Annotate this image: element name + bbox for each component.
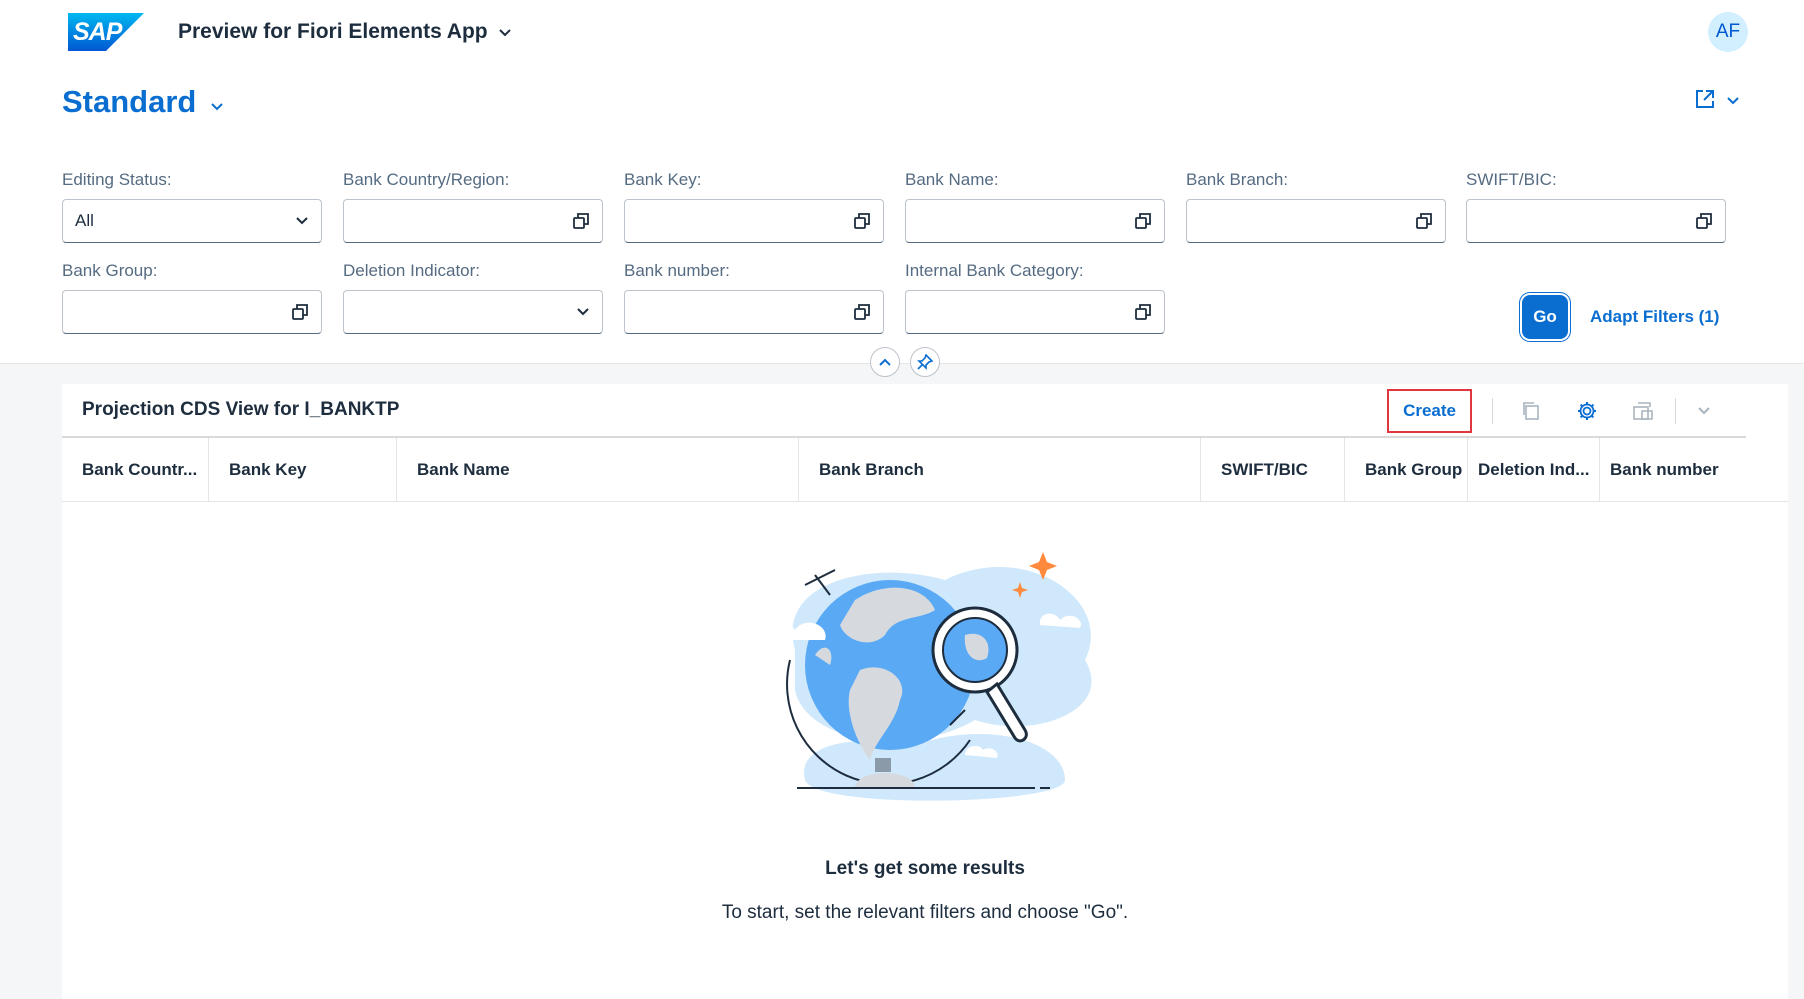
table-panel: Projection CDS View for I_BANKTP Create … [62, 384, 1788, 999]
value-help-icon[interactable] [1134, 212, 1152, 230]
bank-branch-input[interactable] [1186, 199, 1446, 243]
value-help-icon[interactable] [1695, 212, 1713, 230]
filter-label: SWIFT/BIC: [1466, 170, 1557, 189]
toolbar-separator [1675, 398, 1676, 424]
column-header[interactable]: Bank number [1600, 438, 1788, 501]
column-header[interactable]: SWIFT/BIC [1201, 438, 1345, 501]
filter-editing-status: Editing Status: All [62, 170, 322, 243]
filter-label: Bank number: [624, 261, 730, 280]
filter-deletion-indicator: Deletion Indicator: [343, 261, 603, 334]
pin-icon [917, 354, 933, 370]
share-menu-button[interactable] [1694, 88, 1740, 115]
export-icon[interactable] [1625, 393, 1661, 429]
column-header[interactable]: Bank Name [397, 438, 799, 501]
table-toolbar: Projection CDS View for I_BANKTP Create [62, 384, 1746, 438]
adapt-filters-button[interactable]: Adapt Filters (1) [1590, 307, 1719, 327]
logo-text: SAP [73, 18, 122, 46]
chevron-down-icon[interactable] [1686, 393, 1722, 429]
no-data-message: Let's get some results To start, set the… [62, 540, 1788, 924]
variant-management[interactable]: Standard [62, 84, 224, 120]
filter-label: Internal Bank Category: [905, 261, 1084, 280]
table-header-row: Bank Countr... Bank Key Bank Name Bank B… [62, 438, 1788, 502]
avatar[interactable]: AF [1708, 12, 1748, 52]
filter-bank-key: Bank Key: [624, 170, 884, 243]
chevron-down-icon [498, 20, 512, 44]
value-help-icon[interactable] [291, 303, 309, 321]
editing-status-select[interactable]: All [62, 199, 322, 243]
header-toggle-group [870, 347, 940, 377]
value-help-icon[interactable] [853, 212, 871, 230]
filter-label: Bank Group: [62, 261, 158, 280]
deletion-indicator-select[interactable] [343, 290, 603, 334]
copy-icon[interactable] [1513, 393, 1549, 429]
dynamic-page-header: Standard Editing Status: All Bank Countr… [0, 64, 1804, 364]
bank-country-input[interactable] [343, 199, 603, 243]
filter-bank-name: Bank Name: [905, 170, 1165, 243]
filter-bank-country: Bank Country/Region: [343, 170, 603, 243]
column-header[interactable]: Deletion Ind... [1468, 438, 1600, 501]
app-title: Preview for Fiori Elements App [178, 20, 488, 43]
filter-swift-bic: SWIFT/BIC: [1466, 170, 1726, 243]
toolbar-separator [1492, 398, 1493, 424]
chevron-down-icon [295, 216, 309, 226]
filter-bank-branch: Bank Branch: [1186, 170, 1446, 243]
filter-bank-group: Bank Group: [62, 261, 322, 334]
column-header[interactable]: Bank Countr... [62, 438, 209, 501]
bank-group-input[interactable] [62, 290, 322, 334]
pin-header-button[interactable] [910, 347, 940, 377]
filter-bank-number: Bank number: [624, 261, 884, 334]
shell-bar: SAP Preview for Fiori Elements App AF [0, 0, 1804, 64]
swift-bic-input[interactable] [1466, 199, 1726, 243]
filter-label: Deletion Indicator: [343, 261, 481, 280]
filter-label: Bank Key: [624, 170, 702, 189]
select-value: All [75, 211, 94, 230]
table-actions: Create [1387, 384, 1728, 438]
filter-internal-bank-category: Internal Bank Category: [905, 261, 1165, 334]
chevron-down-icon [210, 84, 224, 120]
value-help-icon[interactable] [1134, 303, 1152, 321]
variant-title: Standard [62, 84, 197, 119]
value-help-icon[interactable] [853, 303, 871, 321]
filter-label: Bank Branch: [1186, 170, 1289, 189]
value-help-icon[interactable] [1415, 212, 1433, 230]
value-help-icon[interactable] [572, 212, 590, 230]
column-header[interactable]: Bank Group [1345, 438, 1468, 501]
bank-key-input[interactable] [624, 199, 884, 243]
filter-label: Editing Status: [62, 170, 172, 189]
empty-state-text: To start, set the relevant filters and c… [721, 902, 1129, 923]
chevron-down-icon [576, 307, 590, 317]
filter-label: Bank Country/Region: [343, 170, 510, 189]
chevron-up-icon [879, 358, 891, 366]
bank-number-input[interactable] [624, 290, 884, 334]
create-button[interactable]: Create [1387, 389, 1472, 433]
go-button[interactable]: Go [1522, 295, 1568, 339]
bank-name-input[interactable] [905, 199, 1165, 243]
chevron-down-icon [1726, 93, 1740, 111]
internal-bank-category-input[interactable] [905, 290, 1165, 334]
column-header[interactable]: Bank Branch [799, 438, 1201, 501]
column-header[interactable]: Bank Key [209, 438, 397, 501]
settings-gear-icon[interactable] [1569, 393, 1605, 429]
table-title: Projection CDS View for I_BANKTP [82, 399, 400, 420]
globe-search-illustration [769, 552, 1092, 801]
collapse-header-button[interactable] [870, 347, 900, 377]
filter-label: Bank Name: [905, 170, 999, 189]
app-title-menu[interactable]: Preview for Fiori Elements App [178, 20, 512, 44]
sap-logo[interactable]: SAP [68, 13, 144, 51]
empty-state-title: Let's get some results [825, 858, 1025, 879]
share-icon [1694, 88, 1716, 115]
